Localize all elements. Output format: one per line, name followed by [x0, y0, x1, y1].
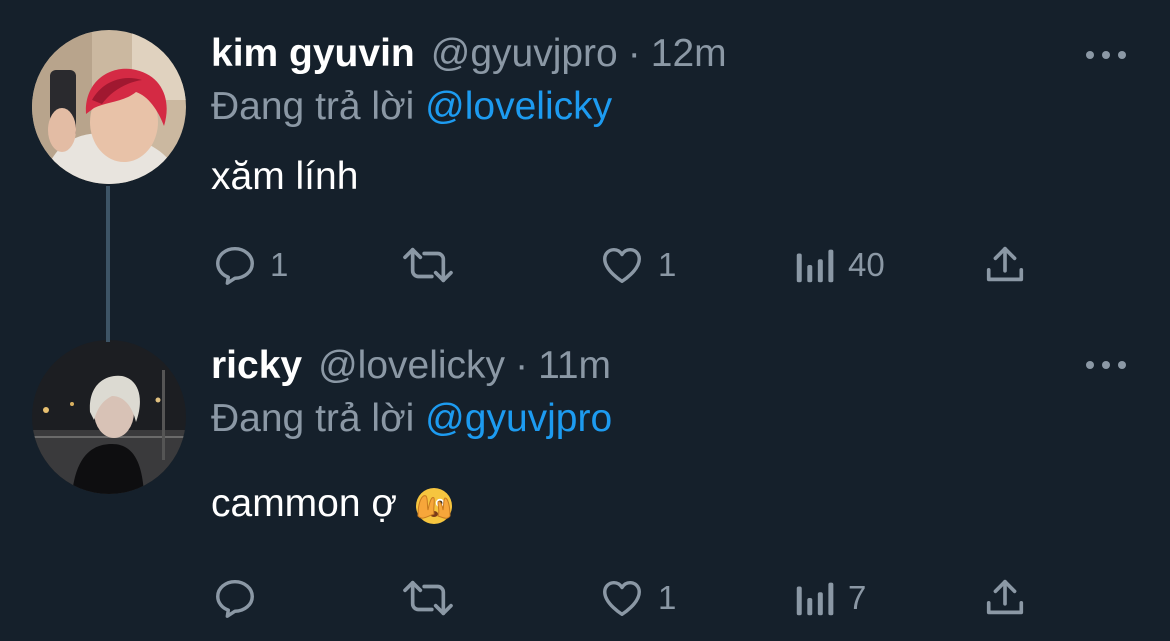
retweet-icon	[403, 580, 453, 616]
replying-to-handle[interactable]: @lovelicky	[425, 85, 612, 128]
share-icon	[986, 246, 1024, 282]
replying-to: Đang trả lời @gyuvjpro	[211, 397, 612, 441]
timestamp[interactable]: 12m	[651, 32, 727, 76]
like-count: 1	[658, 579, 677, 616]
like-count: 1	[658, 246, 677, 283]
user-handle[interactable]: @lovelicky	[318, 344, 505, 388]
tweet-header: ricky @lovelicky · 11m	[211, 344, 611, 392]
reply-count: 1	[270, 246, 289, 283]
more-icon[interactable]	[1086, 45, 1126, 65]
tweet-actions: 1 1 40	[0, 240, 1170, 290]
share-button[interactable]	[982, 240, 1028, 290]
reply-button[interactable]: 1	[212, 240, 288, 290]
timestamp[interactable]: 11m	[538, 344, 611, 388]
replying-to-label: Đang trả lời	[211, 397, 415, 440]
heart-icon	[603, 580, 641, 617]
tweet-text: cammon ợ	[211, 482, 454, 526]
like-button[interactable]: 1	[598, 240, 676, 290]
tweet-header: kim gyuvin @gyuvjpro · 12m	[211, 32, 727, 80]
avatar[interactable]	[32, 30, 186, 184]
conversation-thread: kim gyuvin @gyuvjpro · 12m Đang trả lời …	[0, 0, 1170, 641]
views-icon	[796, 582, 834, 616]
tweet[interactable]: ricky @lovelicky · 11m Đang trả lời @gyu…	[0, 320, 1170, 641]
tweet-text-content: cammon ợ	[211, 482, 397, 525]
tweet[interactable]: kim gyuvin @gyuvjpro · 12m Đang trả lời …	[0, 0, 1170, 320]
reply-icon	[216, 246, 254, 285]
tweet-actions: 1 7	[0, 573, 1170, 623]
views-count: 7	[848, 579, 867, 616]
retweet-icon	[403, 247, 453, 283]
replying-to: Đang trả lời @lovelicky	[211, 85, 612, 129]
separator-dot: ·	[515, 344, 529, 387]
tweet-text: xăm lính	[211, 155, 359, 198]
share-button[interactable]	[982, 573, 1028, 623]
views-icon	[796, 249, 834, 283]
like-button[interactable]: 1	[598, 573, 676, 623]
replying-to-handle[interactable]: @gyuvjpro	[425, 397, 612, 440]
separator-dot: ·	[627, 32, 641, 75]
replying-to-label: Đang trả lời	[211, 85, 415, 128]
views-button[interactable]: 7	[792, 573, 866, 623]
display-name[interactable]: kim gyuvin	[211, 32, 415, 76]
thread-connector-line	[106, 186, 110, 342]
face-with-peeking-eye-icon	[415, 487, 452, 524]
user-handle[interactable]: @gyuvjpro	[431, 32, 618, 76]
avatar[interactable]	[32, 340, 186, 494]
display-name[interactable]: ricky	[211, 344, 302, 388]
views-button[interactable]: 40	[792, 240, 885, 290]
retweet-button[interactable]	[400, 573, 468, 623]
heart-icon	[603, 247, 641, 284]
retweet-button[interactable]	[400, 240, 468, 290]
views-count: 40	[848, 246, 885, 283]
reply-icon	[216, 579, 254, 618]
reply-button[interactable]	[212, 573, 270, 623]
share-icon	[986, 579, 1024, 615]
more-icon[interactable]	[1086, 355, 1126, 375]
